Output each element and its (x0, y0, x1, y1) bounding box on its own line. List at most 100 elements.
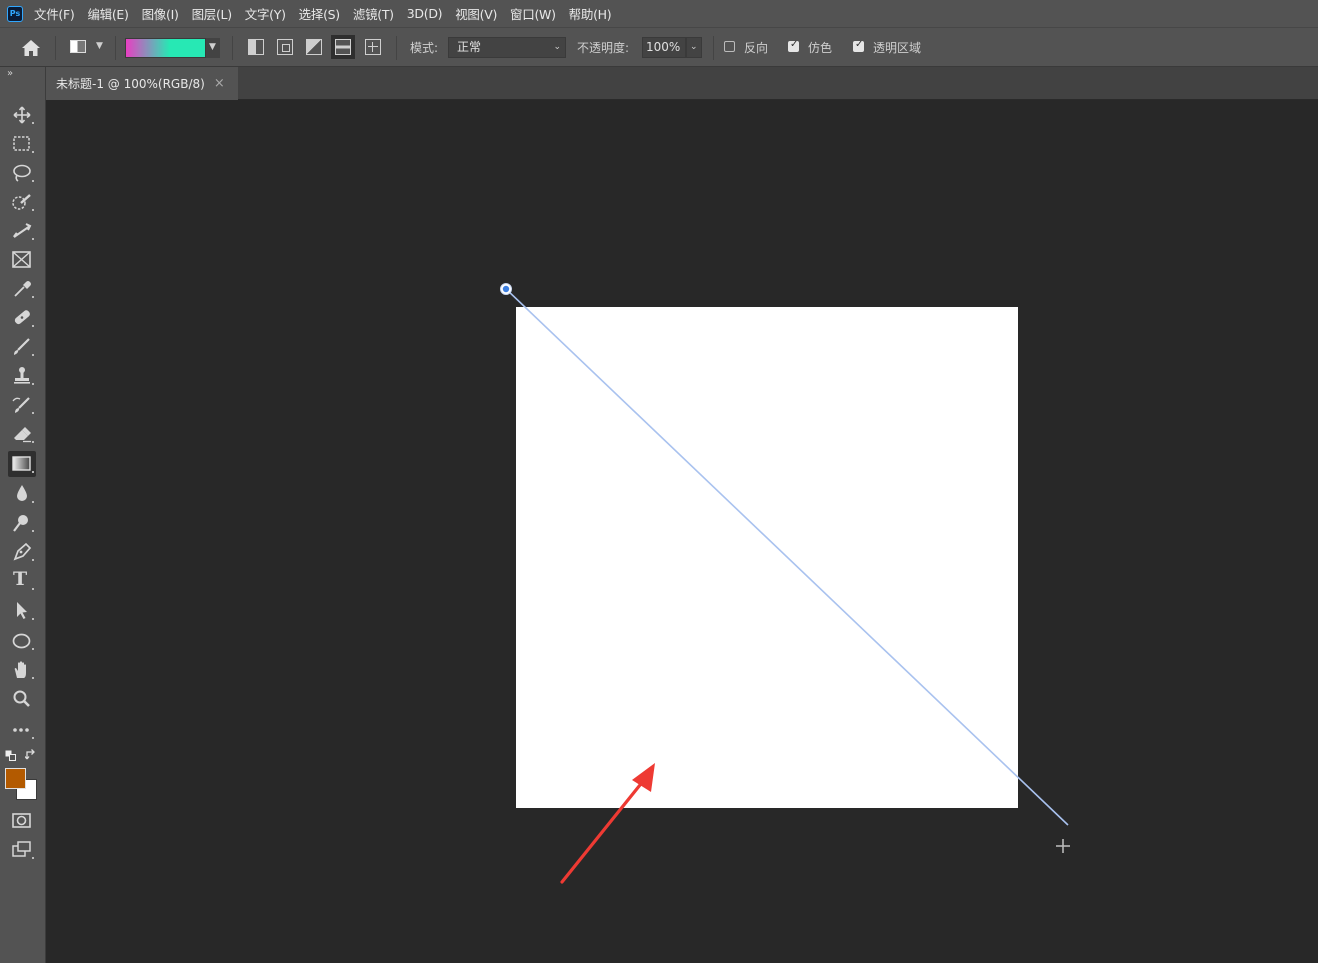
quick-mask-button[interactable] (8, 808, 36, 834)
mode-select[interactable]: 正常 ⌄ (448, 37, 566, 58)
opacity-input[interactable]: 100% (642, 37, 686, 58)
dodge-tool[interactable] (8, 510, 36, 536)
menu-select[interactable]: 选择(S) (299, 4, 341, 23)
menu-3d[interactable]: 3D(D) (407, 6, 443, 21)
quick-selection-tool[interactable] (8, 189, 36, 215)
type-icon: T (13, 568, 28, 590)
hand-icon (14, 661, 34, 679)
photoshop-logo-icon: Ps (7, 5, 23, 22)
collapse-toolbar-icon[interactable]: » (7, 68, 13, 79)
angle-gradient-button[interactable] (306, 39, 322, 55)
ellipse-tool[interactable] (8, 628, 36, 654)
eraser-tool[interactable] (8, 421, 36, 447)
gradient-picker[interactable] (125, 38, 206, 58)
crop-tool[interactable] (8, 218, 36, 244)
brush-icon (14, 338, 34, 356)
tools-panel: » T (0, 67, 46, 963)
rectangular-marquee-icon (13, 136, 34, 153)
screen-mode-button[interactable] (8, 837, 36, 863)
edit-toolbar-button[interactable] (8, 717, 36, 743)
menu-bar: Ps 文件(F) 编辑(E) 图像(I) 图层(L) 文字(Y) 选择(S) 滤… (0, 0, 1318, 27)
transparency-label: 透明区域 (873, 41, 922, 55)
menu-edit[interactable]: 编辑(E) (87, 4, 128, 23)
close-icon[interactable]: × (214, 76, 225, 91)
hand-tool[interactable] (8, 657, 36, 683)
canvas-workspace[interactable] (46, 100, 1318, 963)
healing-brush-tool[interactable] (8, 305, 36, 331)
crop-icon (13, 223, 34, 240)
quick-selection-icon (12, 194, 34, 211)
eyedropper-icon (14, 281, 34, 298)
history-brush-icon (12, 397, 34, 414)
more-tools-icon (13, 728, 34, 739)
type-tool[interactable]: T (8, 568, 36, 594)
marquee-tool[interactable] (8, 131, 36, 157)
swap-colors-icon[interactable] (25, 749, 37, 761)
menu-image[interactable]: 图像(I) (142, 4, 179, 23)
chevron-down-icon: ⌄ (553, 42, 561, 52)
menu-help[interactable]: 帮助(H) (569, 4, 612, 23)
reflected-gradient-button[interactable] (331, 35, 355, 59)
history-brush-tool[interactable] (8, 392, 36, 418)
linear-gradient-button[interactable] (248, 39, 264, 55)
eraser-icon (14, 427, 34, 443)
reverse-label: 反向 (744, 41, 769, 55)
document-tab-bar: 未标题-1 @ 100%(RGB/8) × (46, 67, 1318, 100)
zoom-tool[interactable] (8, 686, 36, 712)
separator (232, 36, 233, 60)
menu-type[interactable]: 文字(Y) (245, 4, 286, 23)
foreground-color-swatch[interactable] (5, 768, 26, 789)
zoom-icon (13, 690, 30, 707)
opacity-dropdown[interactable]: ⌄ (686, 37, 702, 58)
dither-checkbox[interactable] (788, 39, 799, 52)
gradient-tool[interactable] (8, 451, 36, 477)
path-selection-tool[interactable] (8, 598, 36, 624)
healing-brush-icon (14, 310, 34, 327)
blur-tool[interactable] (8, 481, 36, 507)
document-canvas[interactable] (516, 307, 1018, 808)
menu-filter[interactable]: 滤镜(T) (353, 4, 394, 23)
dodge-icon (13, 515, 34, 532)
radial-gradient-button[interactable] (277, 39, 293, 55)
pen-tool[interactable] (8, 539, 36, 565)
menu-view[interactable]: 视图(V) (455, 4, 497, 23)
brush-tool[interactable] (8, 334, 36, 360)
separator (396, 36, 397, 60)
opacity-value: 100% (646, 40, 681, 54)
document-tab-title: 未标题-1 @ 100%(RGB/8) (56, 77, 205, 91)
lasso-icon (13, 164, 34, 182)
dither-label: 仿色 (808, 41, 833, 55)
eyedropper-tool[interactable] (8, 276, 36, 302)
transparency-checkbox[interactable] (853, 39, 864, 52)
chevron-down-icon: ⌄ (690, 42, 698, 52)
lasso-tool[interactable] (8, 160, 36, 186)
default-colors-icon[interactable] (5, 750, 17, 762)
frame-icon (12, 251, 31, 268)
menu-layer[interactable]: 图层(L) (192, 4, 233, 23)
separator (115, 36, 116, 60)
clone-stamp-icon (14, 367, 34, 385)
document-tab[interactable]: 未标题-1 @ 100%(RGB/8) × (46, 67, 238, 100)
tool-preset-picker[interactable]: ▼ (68, 39, 108, 57)
chevron-down-icon: ▼ (209, 42, 216, 52)
chevron-down-icon: ▼ (96, 41, 103, 51)
home-icon[interactable] (21, 39, 41, 57)
menu-window[interactable]: 窗口(W) (510, 4, 556, 23)
menu-file[interactable]: 文件(F) (34, 4, 75, 23)
move-tool[interactable] (8, 102, 36, 128)
quick-mask-icon (12, 813, 31, 828)
clone-stamp-tool[interactable] (8, 363, 36, 389)
separator (55, 36, 56, 60)
ellipse-icon (12, 633, 34, 650)
frame-tool[interactable] (8, 247, 36, 273)
pen-icon (13, 542, 34, 561)
blur-icon (17, 485, 34, 503)
gradient-picker-dropdown[interactable]: ▼ (206, 38, 220, 58)
move-icon (13, 106, 34, 124)
diamond-gradient-button[interactable] (365, 39, 381, 55)
reverse-checkbox[interactable] (724, 41, 735, 52)
screen-mode-icon (12, 841, 34, 859)
mode-value: 正常 (457, 40, 482, 54)
separator (713, 36, 714, 60)
gradient-icon (12, 456, 34, 473)
